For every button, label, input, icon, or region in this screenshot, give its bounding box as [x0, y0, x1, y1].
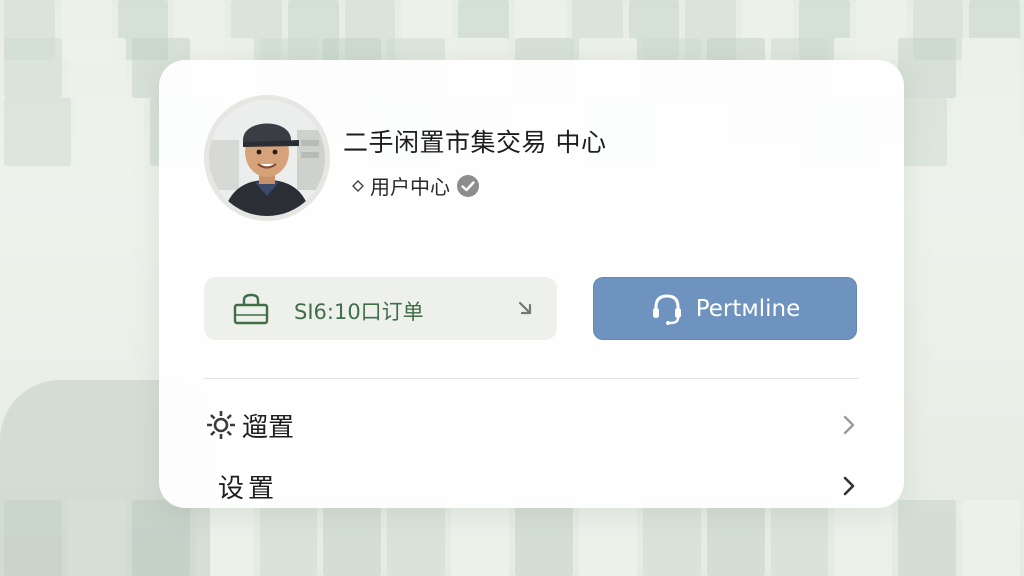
headset-icon [652, 293, 681, 325]
page-title: 二手闲置市集交易 中心 [343, 128, 607, 157]
service-label: Pertмline [695, 295, 801, 322]
customer-service-button[interactable]: Pertмline [593, 277, 857, 340]
divider [204, 378, 859, 379]
shopping-bag-icon [233, 293, 269, 325]
user-center-card: 二手闲置市集交易 中心 用户中心 SI6:10口订单 Pertмline 遛置 … [159, 60, 904, 508]
avatar[interactable] [204, 95, 330, 221]
menu-item-settings[interactable]: 设置 [204, 461, 859, 511]
chevron-right-icon [843, 476, 855, 496]
arrow-icon [518, 301, 532, 315]
menu-item-first[interactable]: 遛置 [204, 400, 859, 450]
verified-check-icon [457, 174, 479, 197]
subtitle-text: 用户中心 [370, 175, 450, 199]
user-center-label: 用户中心 [352, 171, 480, 200]
chevron-right-icon [843, 415, 855, 435]
orders-label: SI6:10口订单 [294, 300, 424, 324]
user-avatar-photo [209, 100, 325, 216]
gear-icon [207, 411, 235, 439]
menu-item-label: 遛置 [242, 412, 295, 443]
diamond-icon [352, 179, 364, 192]
orders-button[interactable]: SI6:10口订单 [204, 277, 557, 340]
menu-item-label: 设置 [218, 473, 279, 504]
